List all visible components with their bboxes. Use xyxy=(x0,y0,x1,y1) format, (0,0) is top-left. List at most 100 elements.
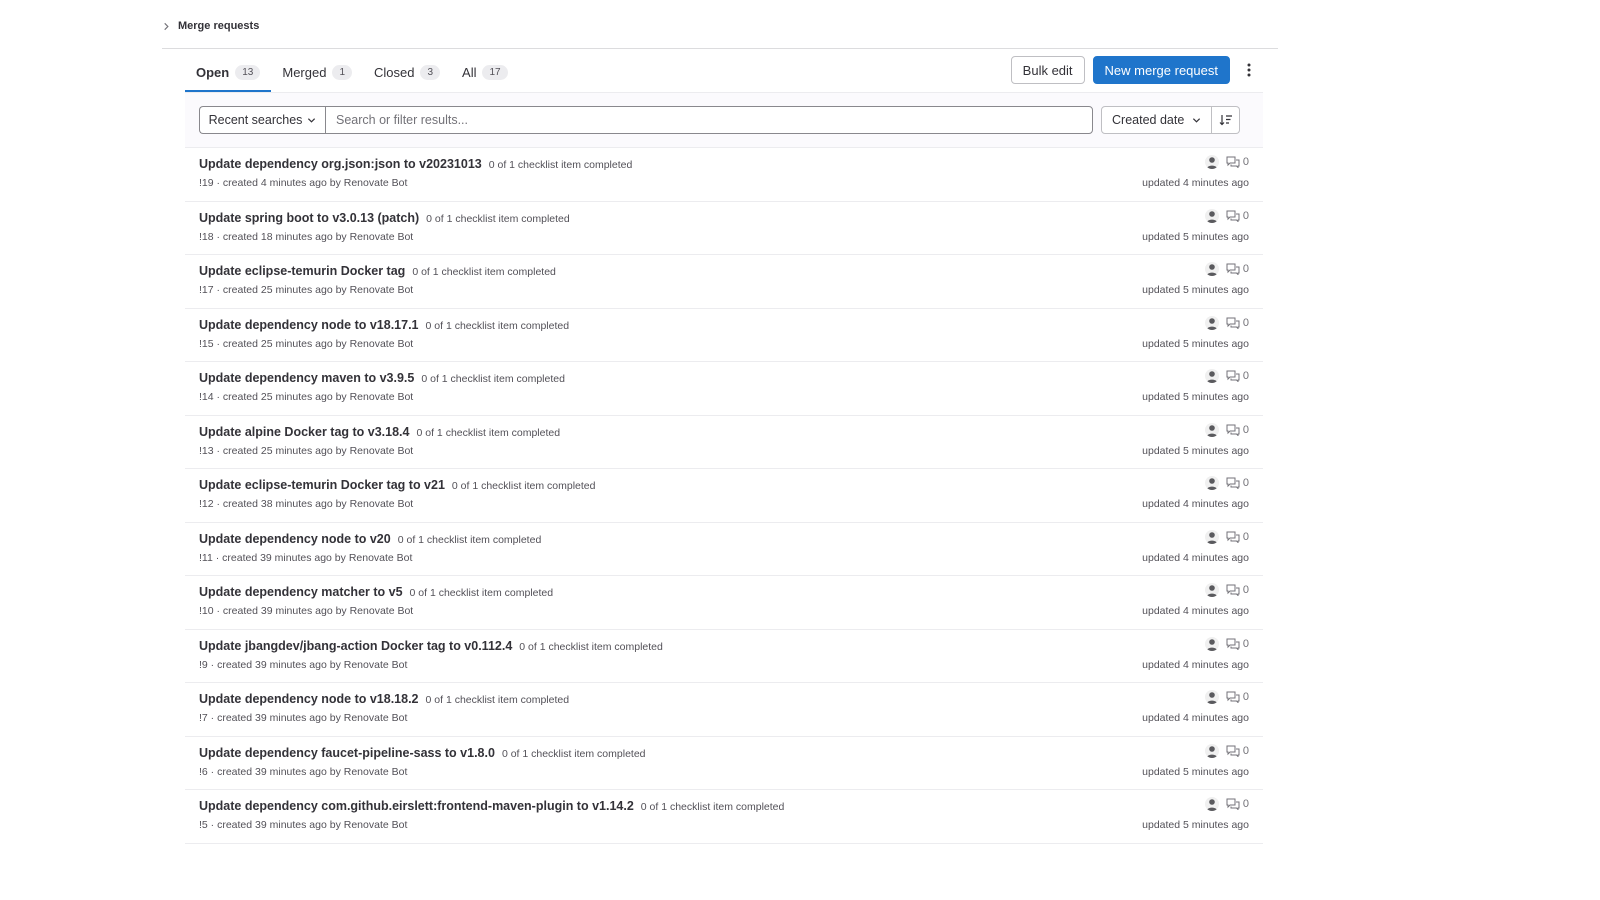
merge-request-title[interactable]: Update spring boot to v3.0.13 (patch) 0 o… xyxy=(199,211,570,225)
author-link[interactable]: Renovate Bot xyxy=(349,552,413,564)
merge-request-title[interactable]: Update dependency node to v20 0 of 1 chec… xyxy=(199,532,541,546)
updated-time: updated 4 minutes ago xyxy=(1142,551,1249,564)
sort-lowest-icon xyxy=(1219,115,1232,126)
comments-icon xyxy=(1226,210,1240,222)
more-actions-button[interactable] xyxy=(1238,56,1260,84)
merge-request-meta: !11 · created 39 minutes ago by Renovate… xyxy=(199,551,413,564)
author-link[interactable]: Renovate Bot xyxy=(350,231,414,243)
merge-request-title[interactable]: Update dependency matcher to v5 0 of 1 ch… xyxy=(199,585,553,599)
tab-all[interactable]: All 17 xyxy=(451,54,519,92)
author-link[interactable]: Renovate Bot xyxy=(344,177,408,189)
count-badge: 17 xyxy=(482,64,508,80)
chevron-down-icon xyxy=(1193,117,1201,123)
comments-count[interactable]: 0 xyxy=(1226,317,1249,329)
author-link[interactable]: Renovate Bot xyxy=(350,605,414,617)
checklist-status: 0 of 1 checklist item completed xyxy=(425,319,570,332)
merge-request-title[interactable]: Update alpine Docker tag to v3.18.4 0 of … xyxy=(199,425,560,439)
author-link[interactable]: Renovate Bot xyxy=(350,445,414,457)
merge-request-title[interactable]: Update dependency org.json:json to v2023… xyxy=(199,157,632,171)
user-avatar-icon[interactable] xyxy=(1204,369,1219,383)
search-input[interactable] xyxy=(325,106,1093,134)
author-link[interactable]: Renovate Bot xyxy=(350,391,414,403)
comments-icon xyxy=(1226,638,1240,650)
user-avatar-icon[interactable] xyxy=(1204,422,1219,437)
author-link[interactable]: Renovate Bot xyxy=(344,766,408,778)
tab-closed[interactable]: Closed 3 xyxy=(363,54,451,92)
tab-merged[interactable]: Merged 1 xyxy=(271,54,363,92)
merge-request-title[interactable]: Update dependency node to v18.17.1 0 of 1… xyxy=(199,318,569,332)
comments-count[interactable]: 0 xyxy=(1226,798,1249,810)
sort-direction-button[interactable] xyxy=(1212,106,1241,134)
merge-request-meta: !6 · created 39 minutes ago by Renovate … xyxy=(199,765,408,778)
merge-request-stats: 0 xyxy=(1204,422,1249,437)
merge-request-meta: !12 · created 38 minutes ago by Renovate… xyxy=(199,498,414,510)
merge-request-title[interactable]: Update eclipse-temurin Docker tag 0 of 1 … xyxy=(199,264,556,278)
merge-request-stats: 0 xyxy=(1204,797,1249,811)
merge-request-stats: 0 xyxy=(1204,583,1249,597)
merge-request-title[interactable]: Update dependency maven to v3.9.5 0 of 1 … xyxy=(199,371,565,385)
user-avatar-icon[interactable] xyxy=(1204,315,1219,330)
comments-count[interactable]: 0 xyxy=(1226,370,1249,382)
updated-time: updated 5 minutes ago xyxy=(1142,230,1249,243)
comments-count[interactable]: 0 xyxy=(1226,210,1249,222)
updated-time: updated 4 minutes ago xyxy=(1142,712,1249,724)
sort-controls: Created date xyxy=(1101,106,1241,134)
comments-count[interactable]: 0 xyxy=(1226,691,1249,703)
comments-count[interactable]: 0 xyxy=(1226,638,1249,650)
updated-time: updated 4 minutes ago xyxy=(1142,605,1249,617)
user-avatar-icon[interactable] xyxy=(1204,797,1219,811)
user-avatar-icon[interactable] xyxy=(1204,690,1219,704)
comments-icon xyxy=(1226,370,1240,382)
author-link[interactable]: Renovate Bot xyxy=(344,659,408,671)
merge-request-row: Update eclipse-temurin Docker tag to v21… xyxy=(185,469,1263,523)
user-avatar-icon[interactable] xyxy=(1204,636,1219,651)
sort-dropdown[interactable]: Created date xyxy=(1101,106,1213,134)
comments-count[interactable]: 0 xyxy=(1226,745,1249,757)
updated-time: updated 4 minutes ago xyxy=(1142,498,1249,510)
user-avatar-icon[interactable] xyxy=(1204,208,1219,223)
merge-request-stats: 0 xyxy=(1204,315,1249,330)
merge-request-meta: !13 · created 25 minutes ago by Renovate… xyxy=(199,444,414,457)
comments-count[interactable]: 0 xyxy=(1226,477,1249,489)
author-link[interactable]: Renovate Bot xyxy=(350,498,414,510)
comments-count[interactable]: 0 xyxy=(1226,263,1249,275)
merge-request-title[interactable]: Update jbangdev/jbang-action Docker tag … xyxy=(199,639,663,653)
comments-count[interactable]: 0 xyxy=(1226,156,1249,168)
checklist-status: 0 of 1 checklist item completed xyxy=(412,266,556,278)
merge-request-title[interactable]: Update dependency com.github.eirslett:fr… xyxy=(199,799,784,813)
user-avatar-icon[interactable] xyxy=(1204,583,1219,597)
user-avatar-icon[interactable] xyxy=(1204,743,1219,758)
comments-icon xyxy=(1226,745,1240,757)
merge-request-stats: 0 xyxy=(1204,262,1249,276)
merge-request-stats: 0 xyxy=(1204,155,1249,169)
comments-icon xyxy=(1226,798,1240,810)
recent-searches-dropdown[interactable]: Recent searches xyxy=(199,106,325,134)
merge-request-row: Update dependency org.json:json to v2023… xyxy=(185,148,1263,202)
user-avatar-icon[interactable] xyxy=(1204,476,1219,490)
merge-request-row: Update dependency faucet-pipeline-sass t… xyxy=(185,737,1263,790)
breadcrumb-item-merge-requests[interactable]: Merge requests xyxy=(178,20,259,32)
merge-request-title[interactable]: Update dependency node to v18.18.2 0 of 1… xyxy=(199,692,569,706)
comments-count[interactable]: 0 xyxy=(1226,424,1249,436)
user-avatar-icon[interactable] xyxy=(1204,529,1219,544)
author-link[interactable]: Renovate Bot xyxy=(344,712,408,724)
merge-request-title[interactable]: Update eclipse-temurin Docker tag to v21… xyxy=(199,478,595,492)
bulk-edit-button[interactable]: Bulk edit xyxy=(1010,56,1085,84)
tab-label: Merged xyxy=(282,64,327,80)
comments-count[interactable]: 0 xyxy=(1226,584,1249,596)
merge-request-meta: !15 · created 25 minutes ago by Renovate… xyxy=(199,337,414,350)
sort-label: Created date xyxy=(1112,113,1185,127)
merge-request-title[interactable]: Update dependency faucet-pipeline-sass t… xyxy=(199,746,646,760)
merge-request-row: Update eclipse-temurin Docker tag 0 of 1 … xyxy=(185,255,1263,309)
user-avatar-icon[interactable] xyxy=(1204,155,1219,169)
new-merge-request-button[interactable]: New merge request xyxy=(1092,56,1230,84)
comments-count[interactable]: 0 xyxy=(1226,531,1249,543)
author-link[interactable]: Renovate Bot xyxy=(350,338,414,350)
tab-open[interactable]: Open 13 xyxy=(185,54,272,92)
user-avatar-icon[interactable] xyxy=(1204,262,1219,276)
comments-icon xyxy=(1226,584,1240,596)
checklist-status: 0 of 1 checklist item completed xyxy=(426,212,570,225)
author-link[interactable]: Renovate Bot xyxy=(350,284,414,296)
author-link[interactable]: Renovate Bot xyxy=(344,819,408,831)
chevron-down-icon xyxy=(308,117,316,123)
